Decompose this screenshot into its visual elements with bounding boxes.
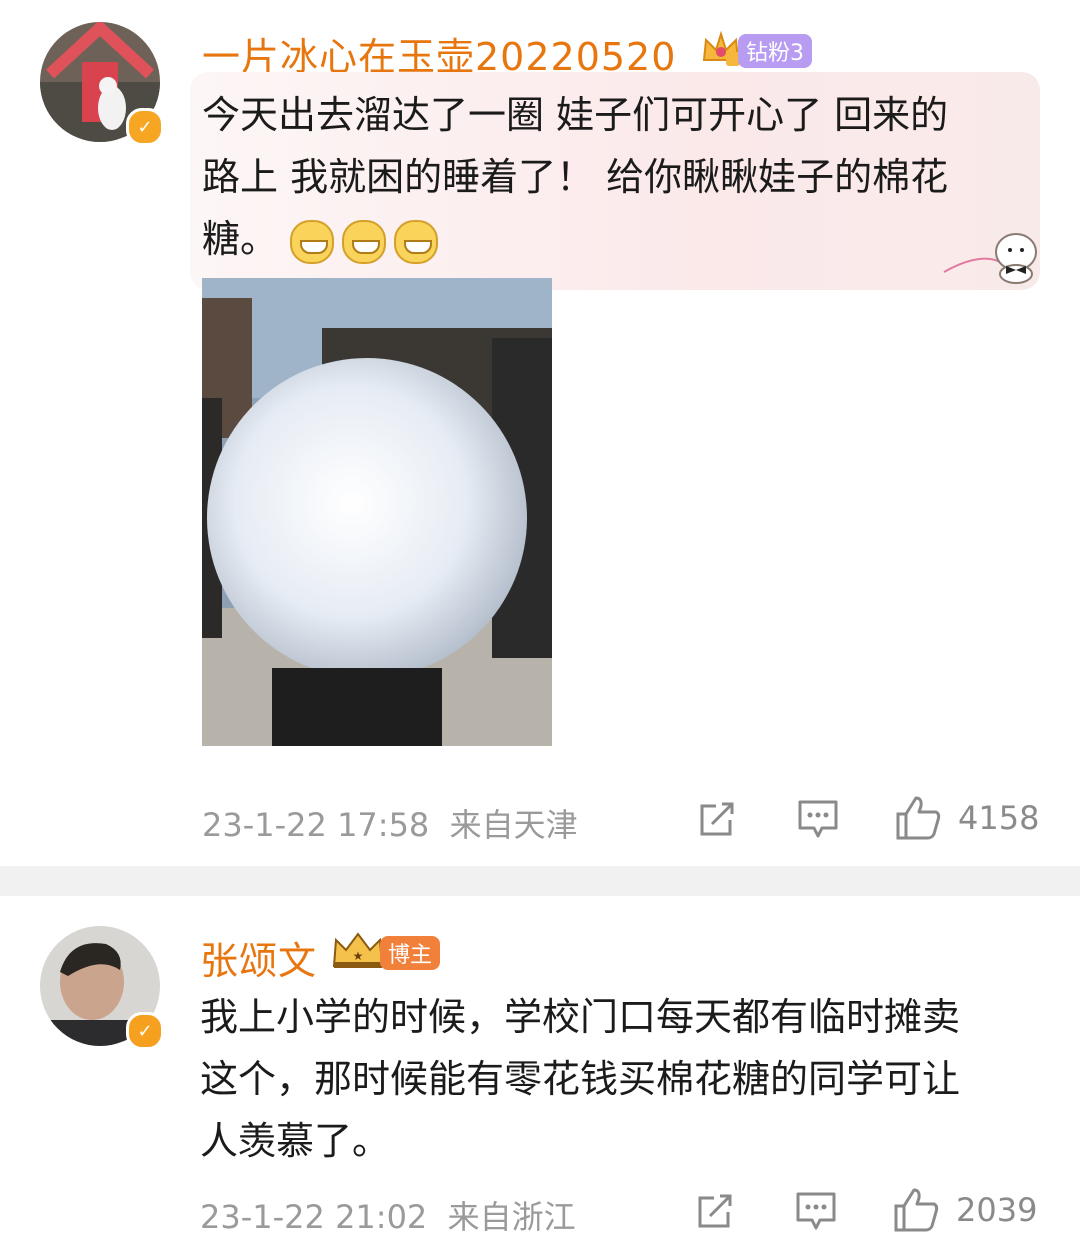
thumbs-up-icon <box>896 796 941 840</box>
grin-emoji-icon <box>290 219 335 264</box>
crown-icon: ★ <box>330 932 386 976</box>
comment-line: 今天出去溜达了一圈 娃子们可开心了 回来的 <box>202 93 949 137</box>
verified-badge-icon: ✓ <box>126 108 164 146</box>
grin-emoji-icon <box>394 219 439 264</box>
comment-meta: 23-1-22 17:58 来自天津 <box>202 800 578 846</box>
comment-separator <box>0 866 1080 896</box>
bear-sticker-icon <box>940 222 1050 288</box>
svg-text:★: ★ <box>353 949 364 963</box>
like-button[interactable]: 2039 <box>892 1186 1037 1234</box>
share-icon <box>700 802 734 836</box>
comment-button[interactable] <box>796 798 840 840</box>
location: 来自天津 <box>449 806 578 844</box>
comment-line: 糖。 <box>202 208 948 270</box>
comment-photo[interactable] <box>202 278 552 746</box>
share-button[interactable] <box>694 1190 736 1232</box>
comment-meta: 23-1-22 21:02 来自浙江 <box>200 1192 576 1238</box>
comment-line: 这个，那时候能有零花钱买棉花糖的同学可让 <box>200 1057 961 1101</box>
like-button[interactable]: 4158 <box>894 794 1039 842</box>
timestamp: 23-1-22 17:58 <box>202 806 430 844</box>
comment-line: 人羡慕了。 <box>200 1119 391 1163</box>
comment-button[interactable] <box>794 1190 838 1232</box>
share-button[interactable] <box>696 798 738 840</box>
thumbs-up-icon <box>894 1188 939 1232</box>
grin-emoji-icon <box>342 219 387 264</box>
fan-level-badge: 钻粉3 <box>738 34 812 68</box>
comment-item: ✓ 张颂文 ★ 博主 我上小学的时候，学校门口每天都有临时摊卖 这个，那时候能有… <box>0 896 1080 1240</box>
timestamp: 23-1-22 21:02 <box>200 1198 428 1236</box>
comment-line-text: 糖。 <box>202 217 279 261</box>
location: 来自浙江 <box>447 1198 576 1236</box>
comment-line: 我上小学的时候，学校门口每天都有临时摊卖 <box>200 995 961 1039</box>
like-count: 4158 <box>958 799 1040 837</box>
comment-text: 今天出去溜达了一圈 娃子们可开心了 回来的 路上 我就困的睡着了！ 给你瞅瞅娃子… <box>202 84 948 270</box>
like-count: 2039 <box>956 1191 1038 1229</box>
verified-badge-icon: ✓ <box>126 1012 164 1050</box>
comment-icon <box>796 1192 836 1230</box>
crown-icon <box>700 30 742 72</box>
share-icon <box>698 1194 732 1228</box>
comment-item: ✓ 一片冰心在玉壶20220520 钻粉3 今天出去溜达了一圈 娃子们可开心了 … <box>0 0 1080 866</box>
comment-text: 我上小学的时候，学校门口每天都有临时摊卖 这个，那时候能有零花钱买棉花糖的同学可… <box>200 986 960 1172</box>
username[interactable]: 张颂文 <box>200 930 317 985</box>
blogger-badge: 博主 <box>380 936 441 970</box>
comment-line: 路上 我就困的睡着了！ 给你瞅瞅娃子的棉花 <box>202 155 949 199</box>
comment-icon <box>798 800 838 838</box>
